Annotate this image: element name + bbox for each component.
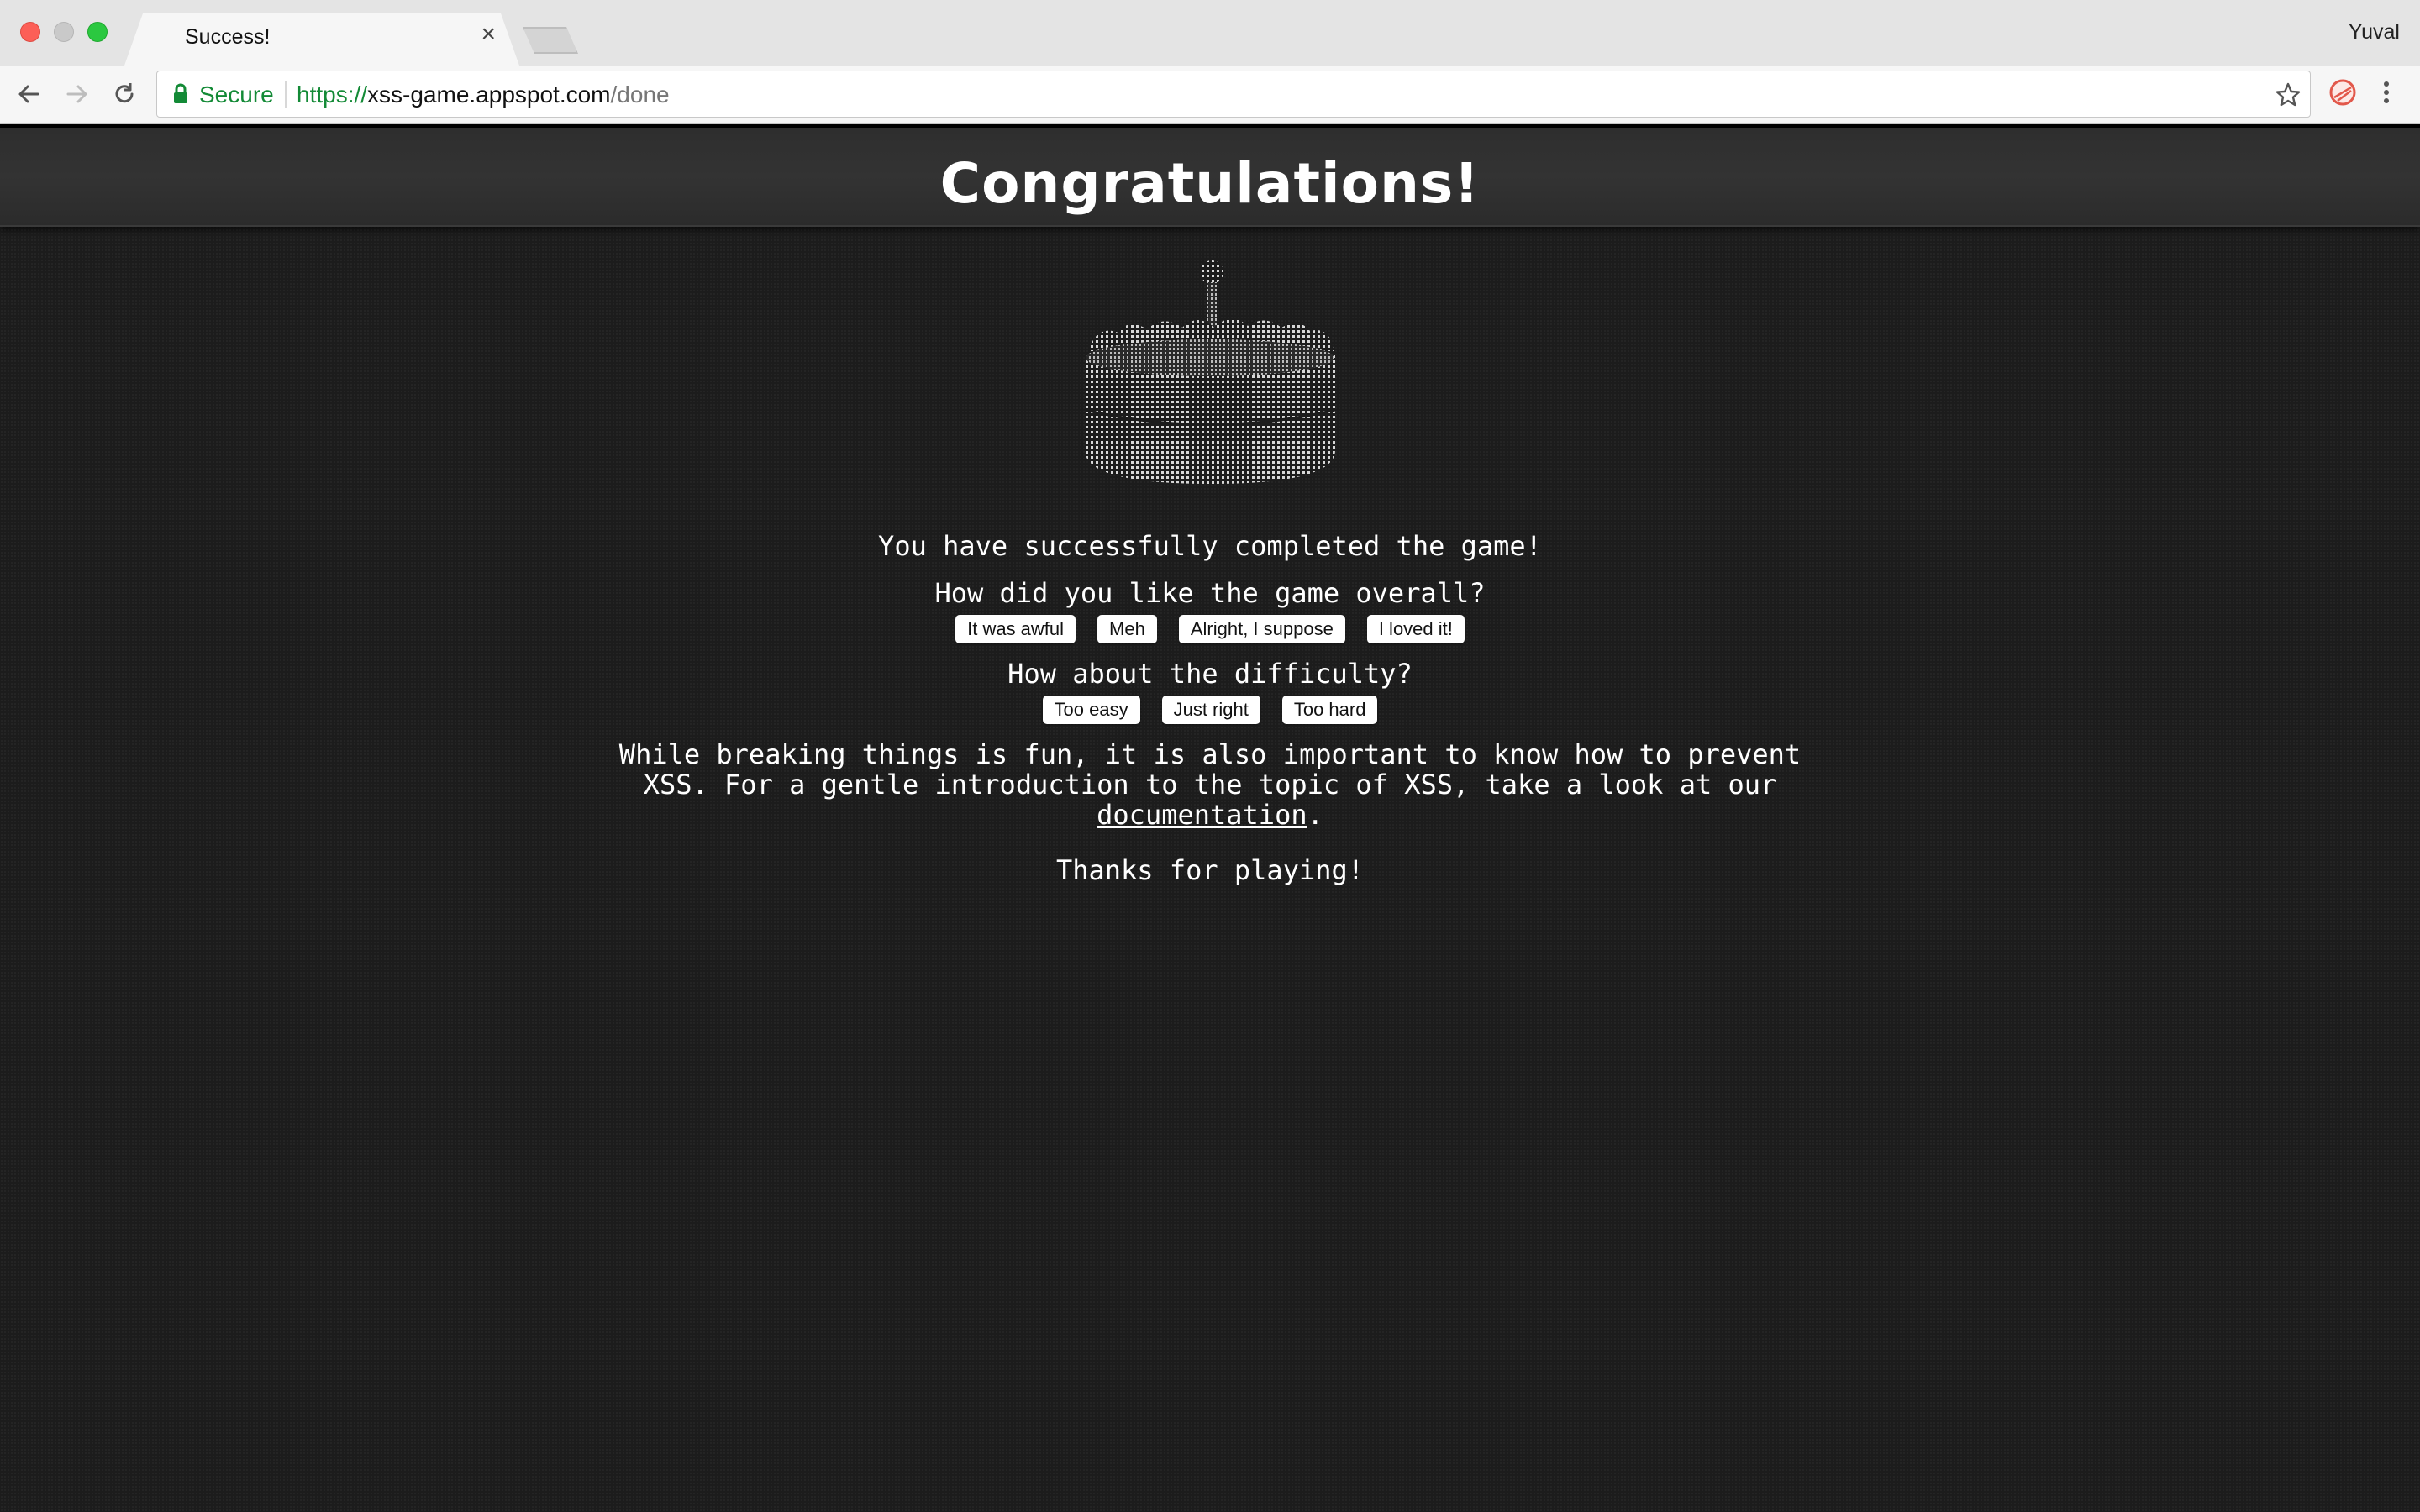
tab-success[interactable]: Success! × xyxy=(124,13,519,66)
overall-question: How did you like the game overall? xyxy=(934,577,1486,609)
difficulty-question: How about the difficulty? xyxy=(1007,658,1413,690)
window-close-button[interactable] xyxy=(20,22,40,42)
tab-close-icon[interactable]: × xyxy=(481,20,496,49)
browser-tabstrip: Success! × Yuval xyxy=(0,0,2420,66)
reload-icon xyxy=(115,83,134,103)
feedback-meh-button[interactable]: Meh xyxy=(1097,615,1157,643)
secure-label: Secure xyxy=(199,81,274,108)
page-body: Congratulations! You have successfully c… xyxy=(0,124,2420,1512)
url-host: xss-game.appspot.com xyxy=(367,81,611,108)
tab-title: Success! xyxy=(185,25,271,49)
url-text[interactable]: https://xss-game.appspot.com/done xyxy=(297,81,670,108)
window-minimize-button[interactable] xyxy=(54,22,74,42)
page-title: Congratulations! xyxy=(939,151,1481,216)
lock-icon xyxy=(174,83,187,103)
browser-toolbar: Secure https://xss-game.appspot.com/done xyxy=(0,66,2420,124)
header-banner: Congratulations! xyxy=(0,124,2420,227)
url-path: /done xyxy=(610,81,670,108)
star-icon[interactable] xyxy=(2275,81,2302,108)
menu-dots-icon[interactable] xyxy=(2380,77,2393,108)
window-maximize-button[interactable] xyxy=(87,22,108,42)
feedback-awful-button[interactable]: It was awful xyxy=(955,615,1076,643)
completed-message: You have successfully completed the game… xyxy=(878,530,1542,562)
extension-icon[interactable] xyxy=(2328,77,2358,108)
paragraph-text: While breaking things is fun, it is also… xyxy=(618,738,1802,801)
new-tab-button[interactable] xyxy=(523,27,578,54)
difficulty-feedback-buttons: Too easy Just right Too hard xyxy=(0,696,2420,724)
omnibox-divider xyxy=(285,81,287,108)
cake-icon xyxy=(1084,260,1336,484)
feedback-loved-button[interactable]: I loved it! xyxy=(1366,615,1465,643)
url-scheme: https:// xyxy=(297,81,368,108)
prevention-paragraph: While breaking things is fun, it is also… xyxy=(605,739,1815,830)
profile-name[interactable]: Yuval xyxy=(2349,20,2400,45)
reload-button[interactable] xyxy=(108,77,141,111)
thanks-message: Thanks for playing! xyxy=(1055,854,1365,886)
feedback-alright-button[interactable]: Alright, I suppose xyxy=(1178,615,1345,643)
back-arrow-icon xyxy=(18,85,39,103)
overall-feedback-buttons: It was awful Meh Alright, I suppose I lo… xyxy=(0,615,2420,643)
forward-button[interactable] xyxy=(60,77,94,111)
difficulty-too-easy-button[interactable]: Too easy xyxy=(1042,696,1140,724)
address-bar[interactable]: Secure https://xss-game.appspot.com/done xyxy=(156,71,2311,118)
back-button[interactable] xyxy=(12,77,45,111)
difficulty-just-right-button[interactable]: Just right xyxy=(1161,696,1260,724)
forward-arrow-icon xyxy=(66,85,87,103)
documentation-link[interactable]: documentation xyxy=(1097,799,1307,831)
paragraph-period: . xyxy=(1307,799,1323,831)
difficulty-too-hard-button[interactable]: Too hard xyxy=(1281,696,1378,724)
